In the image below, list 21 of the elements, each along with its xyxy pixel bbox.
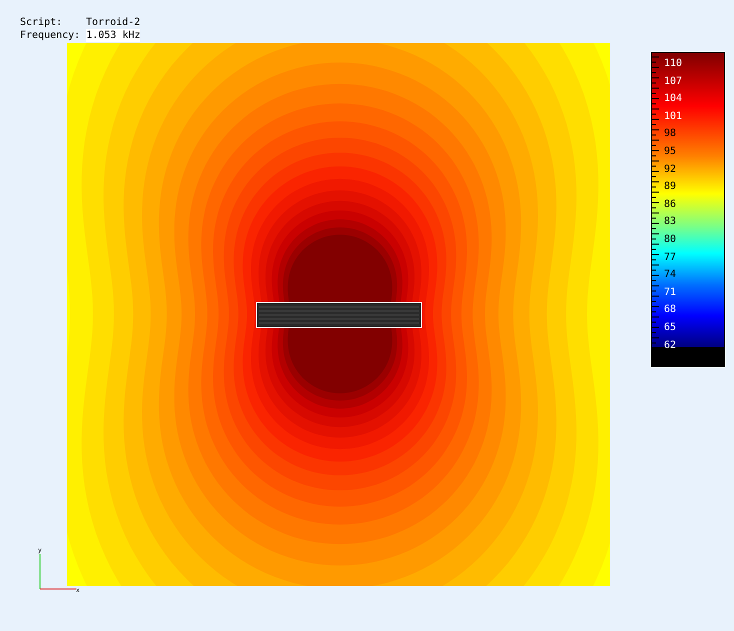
colorbar-label: 107 <box>664 76 682 88</box>
colorbar-label: 104 <box>664 93 682 106</box>
frequency-label: Frequency: <box>20 29 80 42</box>
colorbar-label: 110 <box>664 58 682 70</box>
colorbar-label: 65 <box>664 322 676 334</box>
colorbar-label: 77 <box>664 252 676 264</box>
colorbar-label: 80 <box>664 234 676 246</box>
colorbar-label: 95 <box>664 146 676 158</box>
colorbar-label: 62 <box>664 340 676 352</box>
colorbar-label: 83 <box>664 216 676 228</box>
colorbar-label: 71 <box>664 286 676 299</box>
colorbar-label: 68 <box>664 304 676 316</box>
script-name: Torroid-2 <box>86 16 140 29</box>
colorbar-label: 89 <box>664 181 676 194</box>
colorbar-label: 86 <box>664 198 676 211</box>
colorbar-label: 74 <box>664 269 676 282</box>
colorbar-label: 98 <box>664 128 676 140</box>
colorbar-label: 101 <box>664 110 682 123</box>
script-label: Script: <box>20 16 64 29</box>
frequency-value: 1.053 kHz <box>86 29 140 42</box>
colorbar-label: 92 <box>664 164 676 176</box>
